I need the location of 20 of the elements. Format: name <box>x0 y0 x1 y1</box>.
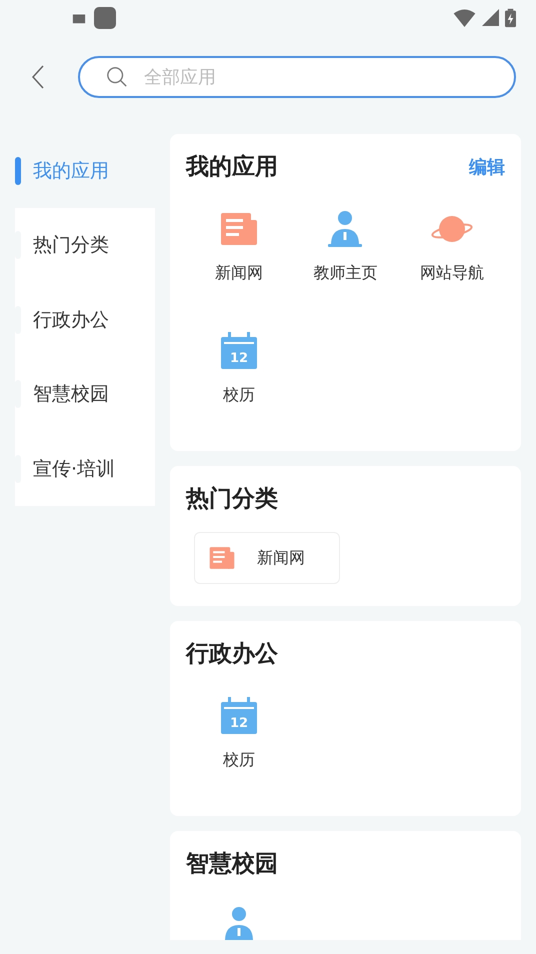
search-icon <box>106 66 128 88</box>
app-label: 新闻网 <box>215 262 264 284</box>
signal-icon <box>482 9 499 26</box>
app-label: 网站导航 <box>420 262 484 284</box>
app-label: 教师主页 <box>313 262 378 284</box>
sidebar-item[interactable]: 宣传·培训 <box>15 432 155 506</box>
app-label: 校历 <box>223 384 256 406</box>
app-label: 校历 <box>223 748 256 770</box>
wifi-icon <box>453 8 476 26</box>
search-field[interactable]: 全部应用 <box>78 56 516 98</box>
section-title: 热门分类 <box>186 484 278 514</box>
section-title: 我的应用 <box>186 153 278 182</box>
sidebar-item[interactable]: 热门分类 <box>15 208 155 282</box>
section-title: 行政办公 <box>186 640 278 669</box>
sidebar-item[interactable]: 智慧校园 <box>15 357 155 432</box>
section-title: 智慧校园 <box>186 850 278 878</box>
app-status-icon <box>94 6 116 28</box>
app-chip[interactable]: 新闻网 <box>194 532 340 584</box>
sidebar-item[interactable]: 行政办公 <box>15 282 155 357</box>
battery-icon <box>505 8 516 28</box>
